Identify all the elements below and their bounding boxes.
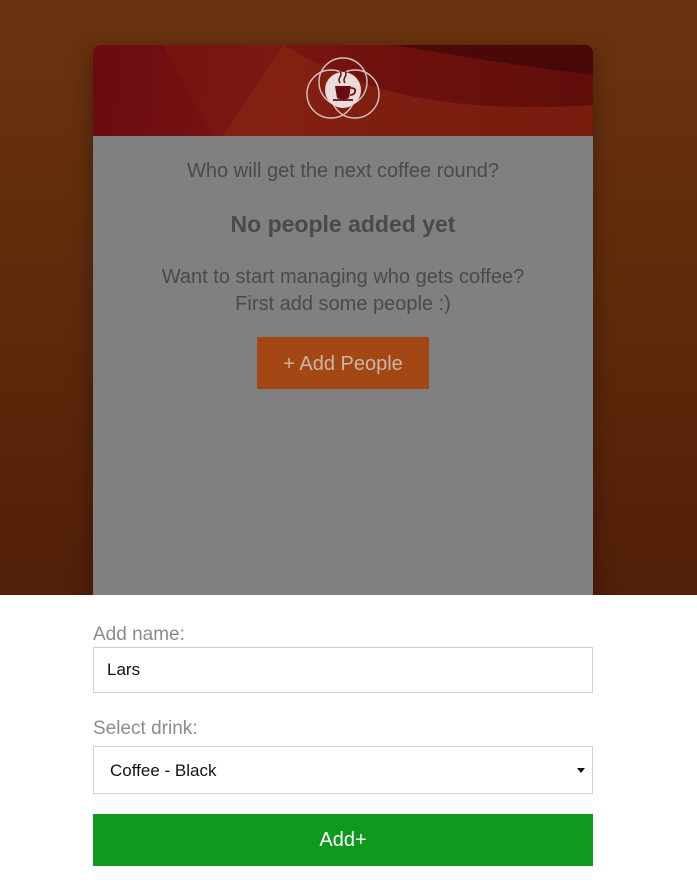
drink-label: Select drink: xyxy=(93,718,198,739)
empty-state-line-2: First add some people :) xyxy=(235,293,451,315)
coffee-card: Who will get the next coffee round? No p… xyxy=(93,45,593,645)
empty-state-title: No people added yet xyxy=(230,211,456,237)
card-body: Who will get the next coffee round? No p… xyxy=(93,136,593,645)
name-input[interactable] xyxy=(93,647,593,693)
card-header xyxy=(93,45,593,136)
next-round-question: Who will get the next coffee round? xyxy=(186,160,500,182)
empty-state-text: Want to start managing who gets coffee? … xyxy=(93,264,593,318)
drink-select[interactable]: Coffee - Black xyxy=(93,746,593,794)
empty-state-line-1: Want to start managing who gets coffee? xyxy=(161,266,525,288)
add-people-button[interactable]: + Add People xyxy=(257,337,429,389)
name-label: Add name: xyxy=(93,624,185,645)
chevron-down-icon xyxy=(577,768,585,773)
add-button[interactable]: Add+ xyxy=(93,814,593,866)
drink-select-value: Coffee - Black xyxy=(110,761,217,780)
add-person-sheet: Add name: Select drink: Coffee - Black A… xyxy=(0,595,697,889)
coffee-cup-icon xyxy=(306,57,380,119)
